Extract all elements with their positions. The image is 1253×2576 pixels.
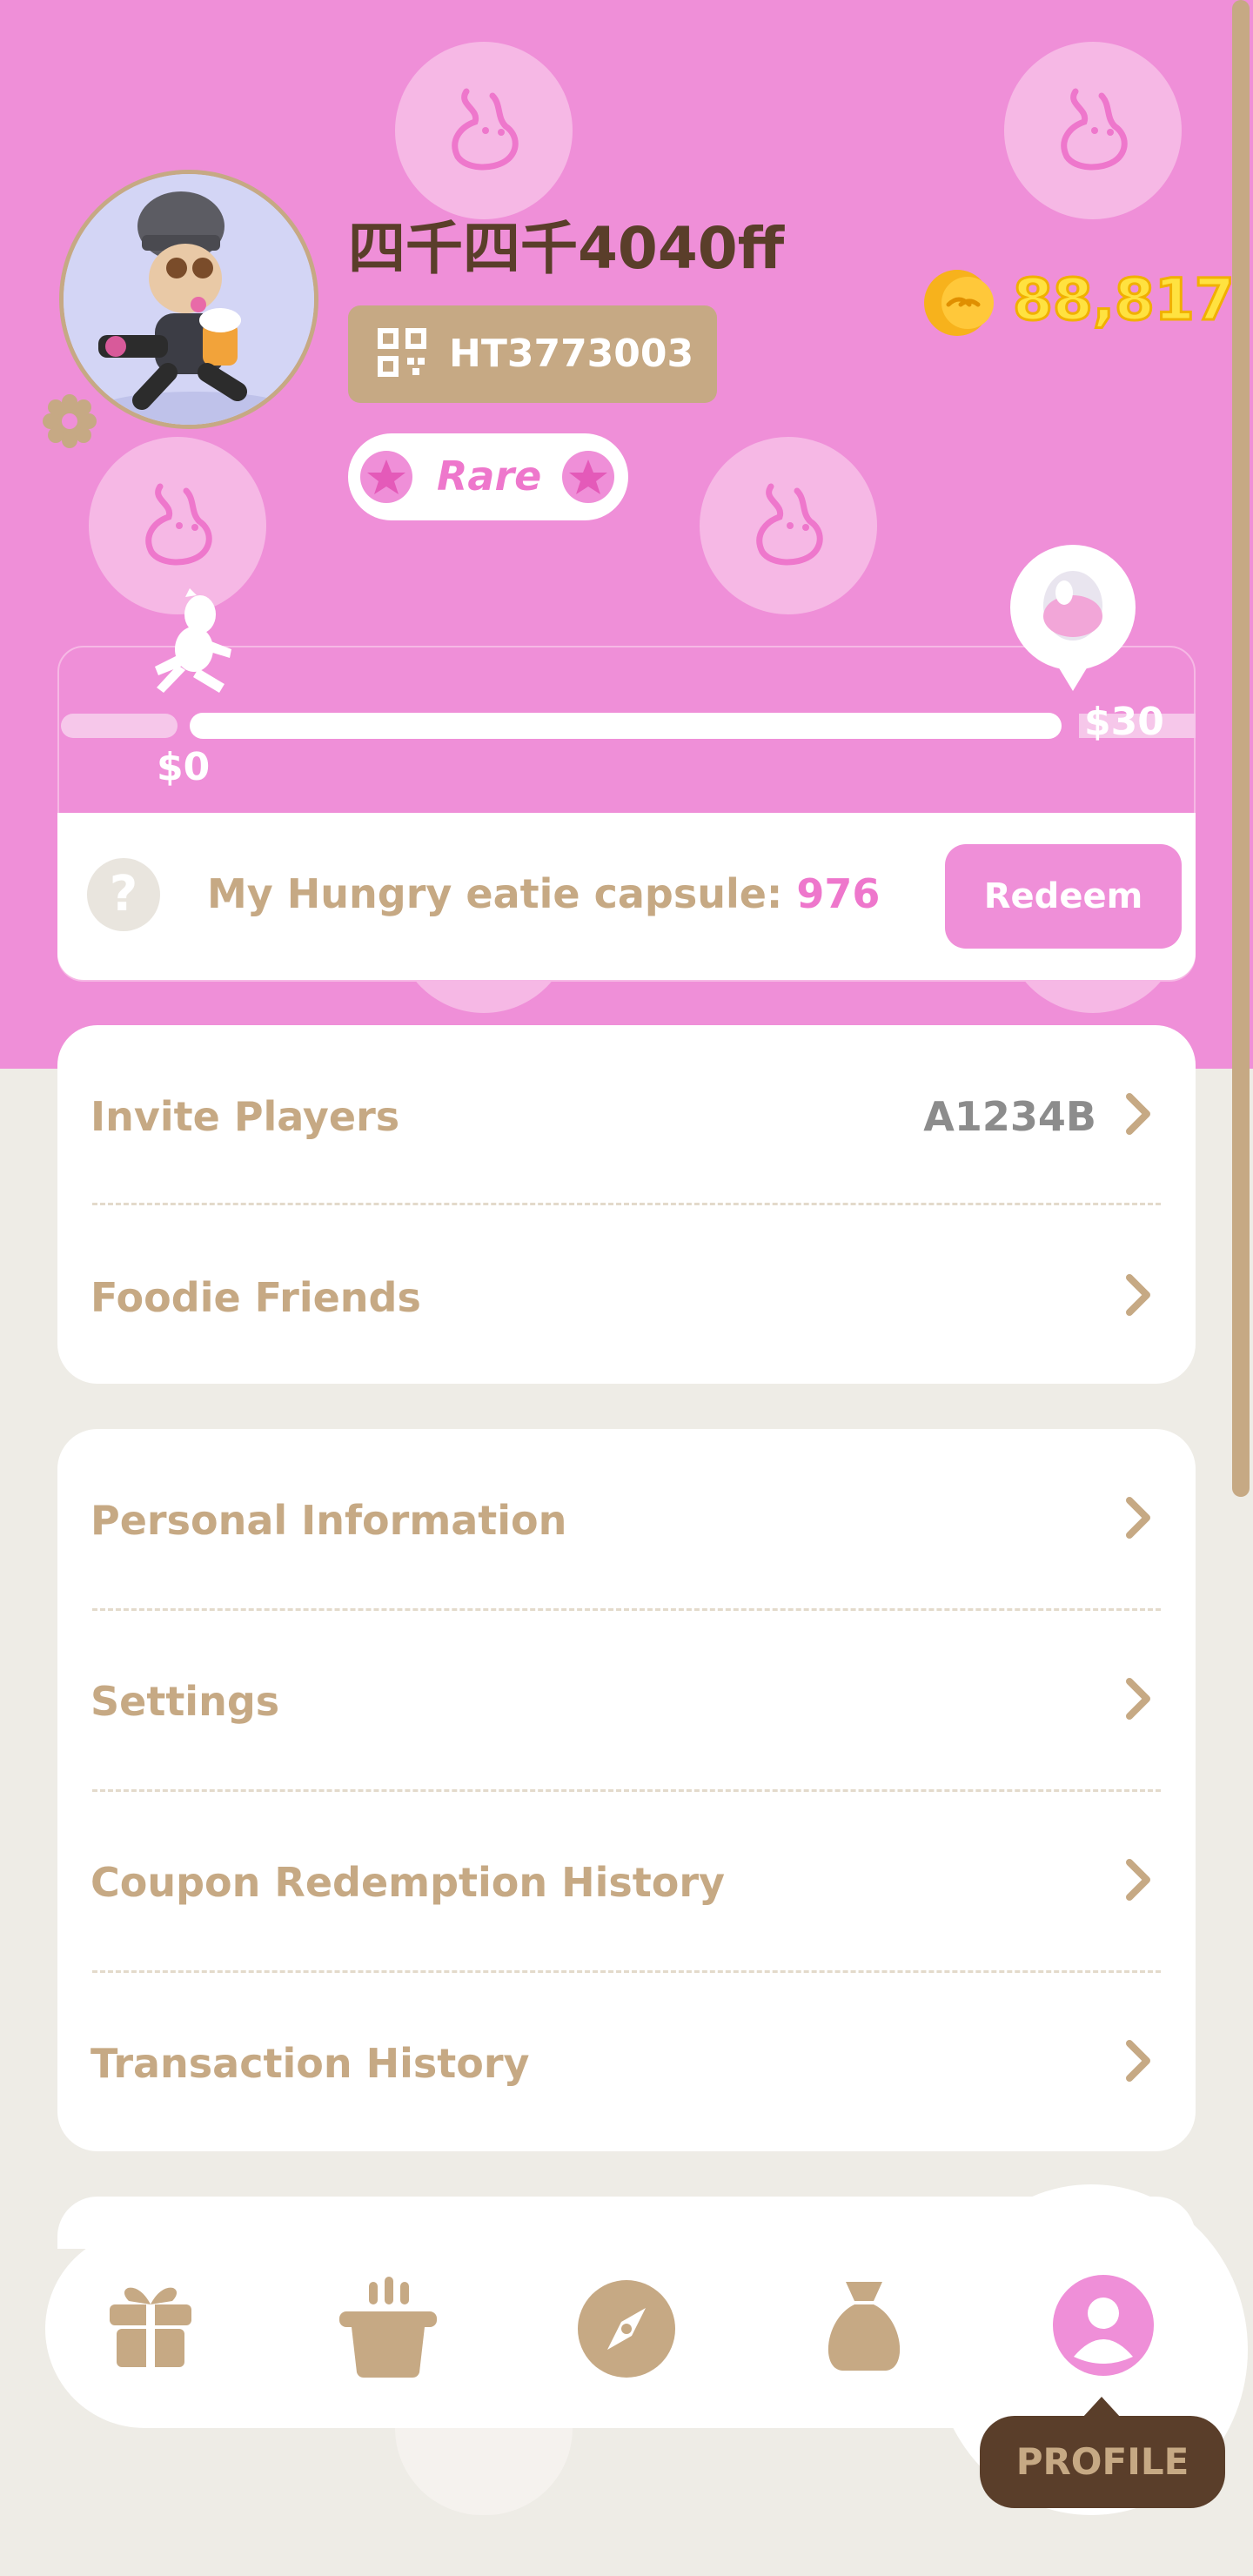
scrollbar[interactable] (1232, 0, 1250, 1497)
progress-bar (190, 713, 1062, 739)
stomach-bubble-icon (700, 437, 877, 614)
chevron-right-icon (1126, 1859, 1150, 1901)
profile-icon[interactable] (1051, 2273, 1156, 2378)
divider (92, 1203, 1161, 1205)
coupon-history-item[interactable]: Coupon Redemption History (57, 1791, 1196, 1972)
transaction-history-label: Transaction History (90, 2040, 530, 2087)
compass-icon[interactable] (576, 2278, 677, 2379)
rank-label: Rare (437, 453, 542, 500)
nav-active-label: PROFILE (980, 2416, 1225, 2508)
profile-header: 四千四千4040ff HT3773003 Rare 88,817 $0 $30 (0, 0, 1253, 1069)
bottom-nav (45, 2230, 1072, 2428)
gear-icon[interactable] (42, 393, 97, 449)
stomach-bubble-icon (395, 42, 573, 219)
stomach-bubble-icon (395, 2428, 573, 2515)
progress-start-label: $0 (157, 745, 211, 789)
invite-players-item[interactable]: Invite Players A1234B (57, 1025, 1196, 1206)
foodie-friends-item[interactable]: Foodie Friends (57, 1206, 1196, 1387)
capsule-label: My Hungry eatie capsule: 976 (207, 870, 881, 917)
coin-icon (924, 270, 994, 336)
invite-code: A1234B (923, 1093, 1096, 1140)
stomach-bubble-icon (1004, 42, 1182, 219)
chevron-right-icon (1126, 1274, 1150, 1316)
username: 四千四千4040ff (348, 215, 785, 282)
chevron-right-icon (1126, 2040, 1150, 2082)
settings-item[interactable]: Settings (57, 1610, 1196, 1791)
chevron-right-icon (1126, 1678, 1150, 1720)
runner-icon (155, 588, 231, 693)
chevron-right-icon (1126, 1497, 1150, 1539)
star-icon (562, 451, 614, 503)
account-menu-card: Personal Information Settings Coupon Red… (57, 1429, 1196, 2151)
gift-icon[interactable] (103, 2275, 198, 2371)
chevron-right-icon (1126, 1093, 1150, 1135)
player-id: HT3773003 (449, 332, 694, 376)
avatar-character-icon (64, 174, 314, 425)
capsule-marker-icon (1010, 545, 1136, 691)
personal-information-item[interactable]: Personal Information (57, 1429, 1196, 1610)
avatar[interactable] (59, 170, 318, 429)
progress-track-left (61, 714, 178, 738)
qr-code-icon (378, 328, 426, 377)
rank-badge: Rare (348, 433, 628, 520)
progress-end-label: $30 (1084, 700, 1164, 744)
social-menu-card: Invite Players A1234B Foodie Friends (57, 1025, 1196, 1384)
capsule-row: ? My Hungry eatie capsule: 976 Redeem (57, 813, 1196, 980)
pot-icon[interactable] (338, 2275, 439, 2379)
bag-icon[interactable] (825, 2278, 903, 2374)
foodie-friends-label: Foodie Friends (90, 1274, 421, 1321)
transaction-history-item[interactable]: Transaction History (57, 1972, 1196, 2153)
coin-balance: 88,817 (1012, 265, 1236, 335)
settings-label: Settings (90, 1678, 280, 1725)
invite-players-label: Invite Players (90, 1093, 400, 1140)
tooltip-arrow (1082, 2397, 1121, 2418)
redeem-button[interactable]: Redeem (945, 844, 1182, 949)
player-id-chip[interactable]: HT3773003 (348, 305, 717, 403)
capsule-count: 976 (796, 870, 881, 917)
help-icon[interactable]: ? (87, 858, 160, 931)
star-icon (360, 451, 412, 503)
personal-information-label: Personal Information (90, 1497, 567, 1544)
coupon-history-label: Coupon Redemption History (90, 1859, 726, 1906)
